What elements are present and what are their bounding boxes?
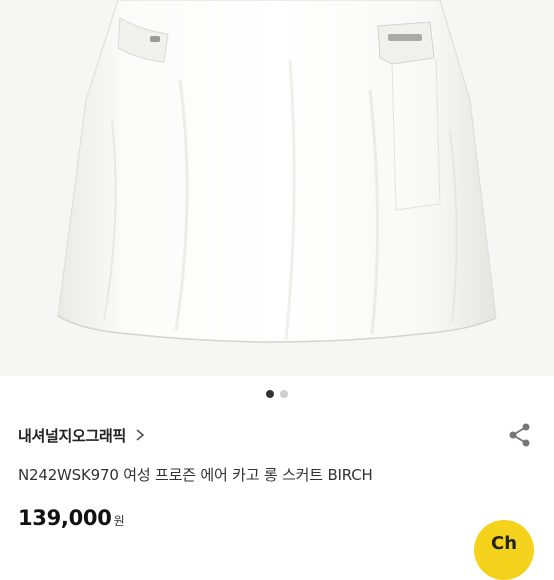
product-image[interactable]	[0, 0, 554, 376]
price-value: 139,000	[18, 506, 112, 530]
brand-name: 내셔널지오그래픽	[18, 426, 127, 445]
price-currency: 원	[113, 514, 125, 528]
chat-badge-label: Ch	[490, 533, 518, 554]
carousel-indicator	[0, 389, 554, 399]
carousel-dot[interactable]	[280, 390, 288, 398]
price: 139,000 원	[18, 506, 125, 530]
chat-badge-button[interactable]: Ch	[474, 520, 534, 580]
product-title: N242WSK970 여성 프로즌 에어 카고 롱 스커트 BIRCH	[18, 466, 373, 484]
share-icon[interactable]	[506, 421, 534, 449]
brand-link[interactable]: 내셔널지오그래픽	[18, 423, 148, 447]
carousel-dot-active[interactable]	[266, 390, 274, 398]
skirt-illustration	[0, 0, 554, 376]
chevron-right-icon	[136, 429, 145, 441]
